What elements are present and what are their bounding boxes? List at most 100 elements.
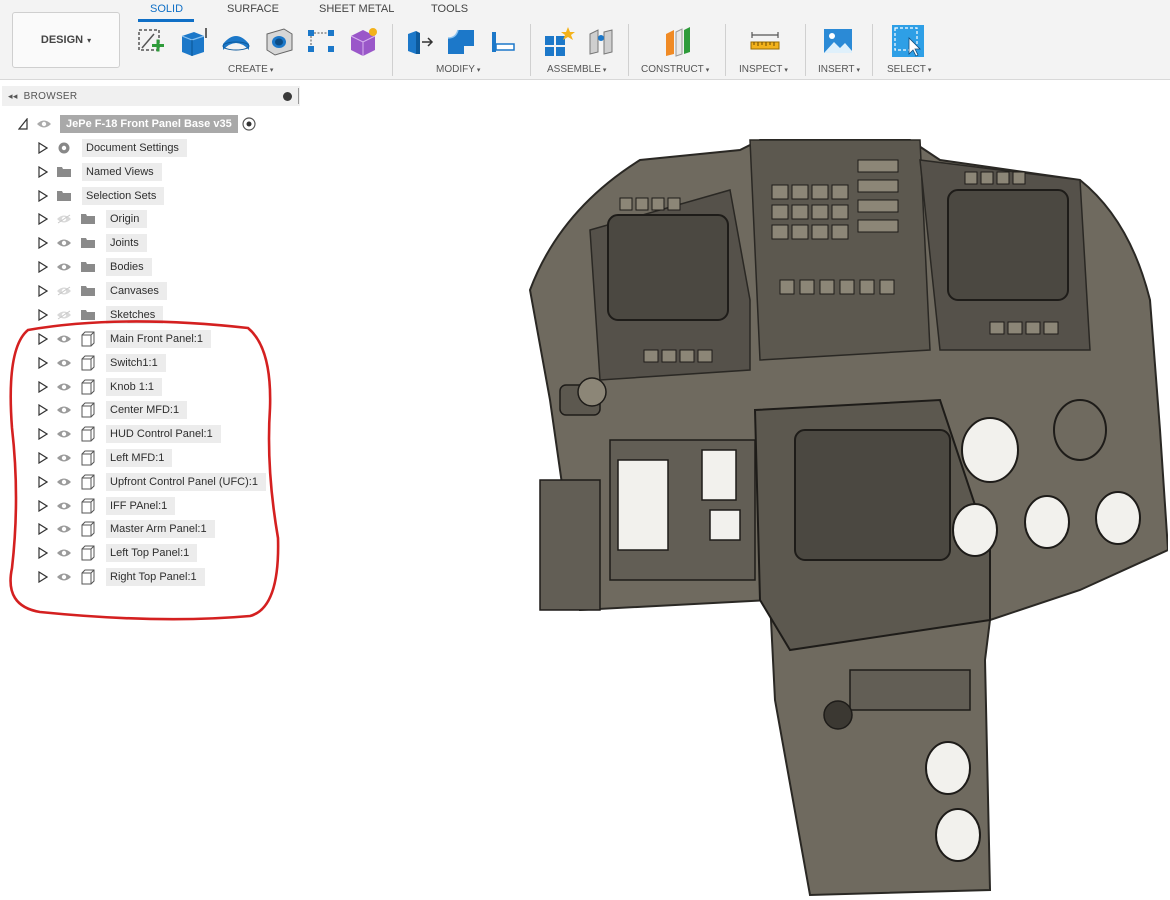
- browser-folder-item[interactable]: Sketches: [38, 305, 164, 325]
- browser-component-item[interactable]: HUD Control Panel:1: [38, 424, 221, 444]
- visibility-eye-icon[interactable]: [36, 119, 52, 129]
- expand-triangle-icon[interactable]: [38, 333, 48, 345]
- expand-triangle-icon[interactable]: [38, 547, 48, 560]
- expand-triangle-icon[interactable]: [38, 475, 48, 488]
- insert-image-icon[interactable]: [821, 24, 855, 58]
- browser-component-item[interactable]: Left MFD:1: [38, 448, 173, 468]
- folder-icon: [81, 285, 95, 296]
- hole-icon[interactable]: [262, 24, 296, 58]
- fillet-icon[interactable]: [444, 24, 478, 58]
- browser-component-item[interactable]: Upfront Control Panel (UFC):1: [38, 472, 266, 492]
- extrude-icon[interactable]: [176, 24, 210, 58]
- browser-component-item[interactable]: Center MFD:1: [38, 400, 188, 420]
- visibility-eye-icon[interactable]: [56, 382, 72, 392]
- expand-triangle-icon[interactable]: [38, 571, 48, 583]
- visibility-eye-icon[interactable]: [56, 358, 72, 368]
- browser-component-item[interactable]: IFF PAnel:1: [38, 496, 176, 516]
- visibility-eye-icon[interactable]: [56, 310, 72, 320]
- browser-folder-item[interactable]: Origin: [38, 209, 148, 229]
- create-sketch-icon[interactable]: [134, 24, 168, 58]
- component-icon: [81, 521, 95, 537]
- new-component-icon[interactable]: [541, 24, 575, 58]
- revolve-icon[interactable]: [219, 24, 253, 58]
- visibility-eye-icon[interactable]: [56, 334, 72, 344]
- press-pull-icon[interactable]: [402, 24, 436, 58]
- assemble-menu[interactable]: ASSEMBLE ▾: [547, 64, 606, 75]
- expand-triangle-icon[interactable]: [38, 523, 48, 536]
- activate-radio-icon[interactable]: [241, 116, 257, 132]
- folder-icon: [81, 238, 95, 249]
- folder-icon: [81, 309, 95, 320]
- visibility-eye-icon[interactable]: [56, 548, 72, 558]
- tree-root[interactable]: JePe F-18 Front Panel Base v35: [18, 114, 257, 134]
- expand-triangle-icon[interactable]: [38, 213, 48, 226]
- expand-triangle-icon[interactable]: [38, 284, 48, 297]
- component-icon: [81, 402, 95, 418]
- browser-component-item[interactable]: Selection Sets: [38, 186, 165, 206]
- expand-triangle-icon[interactable]: [38, 428, 48, 441]
- visibility-eye-icon[interactable]: [56, 238, 72, 248]
- tree-item-label: Main Front Panel:1: [106, 330, 211, 348]
- expand-triangle-icon[interactable]: [38, 499, 48, 512]
- browser-component-item[interactable]: Switch1:1: [38, 353, 166, 373]
- tree-item-label: Canvases: [106, 281, 167, 300]
- visibility-eye-icon[interactable]: [56, 429, 72, 439]
- collapse-browser-icon[interactable]: ◂◂: [8, 91, 18, 102]
- expand-triangle-icon[interactable]: [38, 142, 48, 154]
- align-icon[interactable]: [486, 24, 520, 58]
- select-icon[interactable]: [891, 24, 925, 58]
- visibility-eye-icon[interactable]: [56, 524, 72, 534]
- select-menu[interactable]: SELECT ▾: [887, 64, 931, 75]
- expand-triangle-icon[interactable]: [38, 380, 48, 393]
- modify-menu[interactable]: MODIFY ▾: [436, 64, 480, 75]
- separator: [872, 24, 873, 76]
- expand-triangle-icon[interactable]: [38, 308, 48, 321]
- offset-plane-icon[interactable]: [660, 24, 694, 58]
- browser-options-icon[interactable]: [283, 92, 292, 101]
- visibility-eye-icon[interactable]: [56, 501, 72, 511]
- tab-sheet-metal[interactable]: SHEET METAL: [319, 3, 394, 15]
- browser-component-item[interactable]: Master Arm Panel:1: [38, 519, 215, 539]
- panel-resize-handle[interactable]: [298, 88, 300, 104]
- browser-component-item[interactable]: Right Top Panel:1: [38, 567, 205, 587]
- expand-triangle-icon[interactable]: [38, 261, 48, 273]
- browser-component-item[interactable]: Named Views: [38, 162, 162, 182]
- chevron-down-icon: ▾: [87, 35, 92, 45]
- visibility-eye-icon[interactable]: [56, 405, 72, 415]
- browser-folder-item[interactable]: Bodies: [38, 257, 152, 277]
- browser-folder-item[interactable]: Canvases: [38, 281, 167, 301]
- visibility-eye-icon[interactable]: [56, 262, 72, 272]
- expand-triangle-icon[interactable]: [38, 356, 48, 369]
- pattern-icon[interactable]: [304, 24, 338, 58]
- component-icon: [81, 569, 95, 585]
- browser-folder-item[interactable]: Joints: [38, 233, 147, 253]
- browser-component-item[interactable]: Left Top Panel:1: [38, 543, 198, 563]
- insert-menu[interactable]: INSERT ▾: [818, 64, 860, 75]
- tab-solid[interactable]: SOLID: [150, 3, 183, 15]
- measure-icon[interactable]: [748, 24, 782, 58]
- visibility-eye-icon[interactable]: [56, 286, 72, 296]
- visibility-eye-icon[interactable]: [56, 453, 72, 463]
- joint-icon[interactable]: [584, 24, 618, 58]
- workspace-switcher-button[interactable]: DESIGN ▾: [12, 12, 120, 68]
- browser-component-item[interactable]: Main Front Panel:1: [38, 329, 211, 349]
- expand-triangle-icon[interactable]: [38, 165, 48, 178]
- construct-menu[interactable]: CONSTRUCT ▾: [641, 64, 709, 75]
- expand-triangle-icon[interactable]: [38, 189, 48, 202]
- expand-triangle-icon[interactable]: [38, 452, 48, 464]
- expand-triangle-icon[interactable]: [38, 237, 48, 250]
- expand-triangle-icon[interactable]: [38, 404, 48, 417]
- visibility-eye-icon[interactable]: [56, 477, 72, 487]
- create-form-icon[interactable]: [346, 24, 380, 58]
- tab-tools[interactable]: TOOLS: [431, 3, 468, 15]
- visibility-eye-icon[interactable]: [56, 572, 72, 582]
- tab-surface[interactable]: SURFACE: [227, 3, 279, 15]
- inspect-menu[interactable]: INSPECT ▾: [739, 64, 788, 75]
- expand-triangle-icon[interactable]: [18, 118, 28, 130]
- tree-item-label: Switch1:1: [106, 353, 166, 372]
- browser-component-item[interactable]: Document Settings: [38, 138, 187, 158]
- browser-component-item[interactable]: Knob 1:1: [38, 377, 163, 397]
- visibility-eye-icon[interactable]: [56, 214, 72, 224]
- create-menu[interactable]: CREATE ▾: [228, 64, 273, 75]
- model-viewport[interactable]: [520, 100, 1168, 898]
